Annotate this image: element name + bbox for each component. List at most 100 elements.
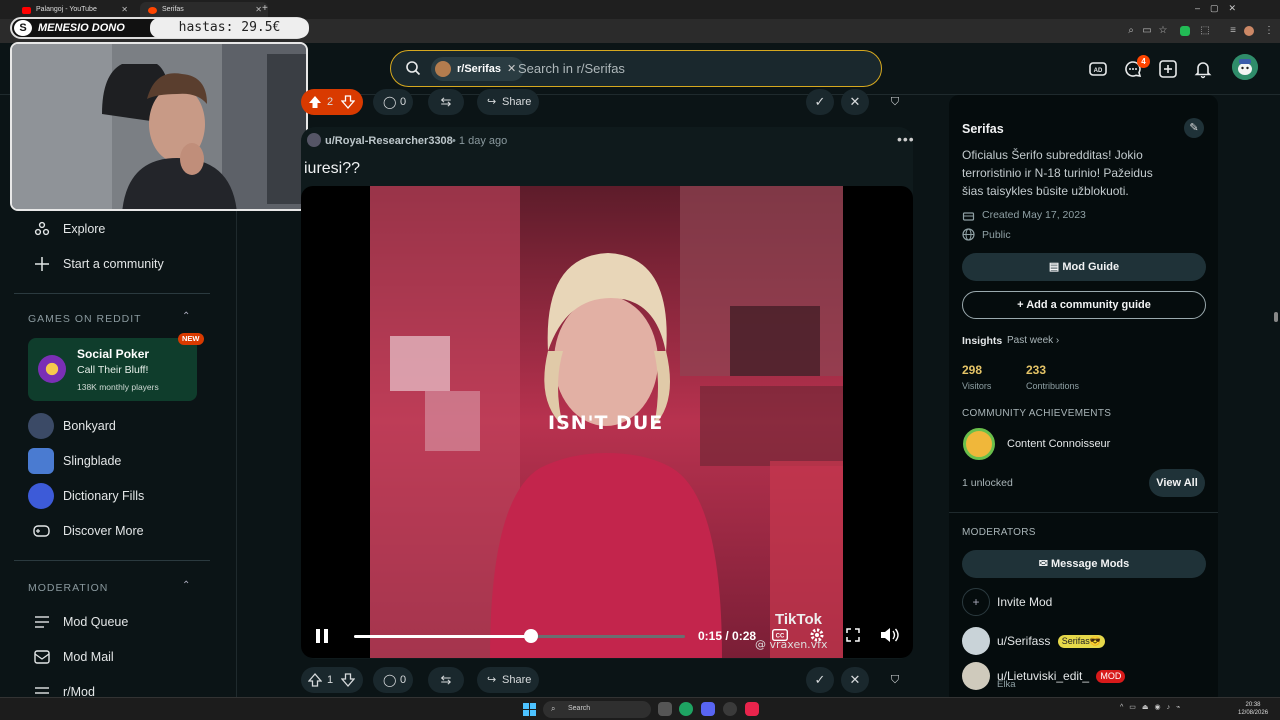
add-guide-label: Add a community guide — [1026, 299, 1151, 311]
video-player[interactable]: ISN'T DUE TikTok @ vraxen.vfx 0:15 / 0:2… — [301, 186, 913, 658]
previous-post-actions: 2 ◯ 0 ⇆ ↪ Share ✓ ✕ ⛉ — [301, 89, 913, 117]
invite-mod-button[interactable]: + Invite Mod — [962, 588, 1052, 616]
window-controls[interactable]: –▢✕ — [1195, 3, 1246, 14]
game-bonkyard[interactable]: Bonkyard — [28, 412, 116, 440]
system-tray-icons[interactable]: ^▭⏏◉♪⌁ — [1120, 703, 1186, 711]
chevron-up-icon[interactable]: ⌃ — [182, 311, 190, 322]
shield-icon[interactable]: ⛉ — [881, 667, 909, 693]
close-icon[interactable]: ✕ — [121, 5, 128, 14]
crosspost-icon[interactable]: ⇆ — [428, 667, 464, 693]
cake-icon — [962, 212, 975, 221]
achievement-name[interactable]: Content Connoisseur — [1007, 438, 1110, 450]
message-mods-button[interactable]: ✉ Message Mods — [962, 550, 1206, 578]
add-community-guide-button[interactable]: + Add a community guide — [962, 291, 1206, 319]
zoom-icon[interactable]: ⌕ — [1124, 24, 1138, 38]
tiktok-icon[interactable] — [745, 702, 759, 716]
featured-game-card[interactable]: Social Poker Call Their Bluff! 138K mont… — [28, 333, 204, 401]
remove-icon[interactable]: ✕ — [841, 89, 869, 115]
game-slingblade[interactable]: Slingblade — [28, 447, 121, 475]
moderator-row[interactable]: u/Serifass Serifas😎 — [962, 627, 1105, 655]
social-poker-logo — [38, 355, 66, 383]
taskbar-search[interactable]: ⌕ Search — [543, 701, 651, 718]
comments-button[interactable]: ◯ 0 — [373, 89, 413, 115]
visitors-value: 298 — [962, 363, 983, 377]
view-all-button[interactable]: View All — [1149, 469, 1205, 497]
remove-icon[interactable]: ✕ — [841, 667, 869, 693]
video-progress-fill — [354, 635, 532, 638]
obs-icon[interactable] — [723, 702, 737, 716]
advertise-icon[interactable]: AD — [1088, 59, 1108, 79]
video-scrubber[interactable] — [524, 629, 539, 643]
pause-icon[interactable] — [315, 628, 329, 644]
nav-mod-mail[interactable]: Mod Mail — [34, 646, 114, 668]
plus-icon — [35, 257, 49, 271]
created-date: Created May 17, 2023 — [962, 209, 1086, 221]
approve-icon[interactable]: ✓ — [806, 89, 834, 115]
author-avatar[interactable] — [307, 133, 321, 147]
chrome-icon[interactable] — [679, 702, 693, 716]
discord-icon[interactable] — [701, 702, 715, 716]
shield-icon[interactable]: ⛉ — [881, 89, 909, 115]
nav-explore[interactable]: Explore — [34, 218, 105, 240]
share-button[interactable]: ↪ Share — [477, 667, 539, 693]
clock-date: 12/08/2026 — [1238, 710, 1269, 716]
search-input[interactable]: Search in r/Serifas — [518, 61, 625, 76]
create-post-icon[interactable] — [1158, 59, 1178, 79]
share-button[interactable]: ↪ Share — [477, 89, 539, 115]
close-icon[interactable]: ✕ — [255, 5, 262, 14]
dictionary-fills-icon — [28, 483, 54, 509]
upvote-icon[interactable] — [308, 95, 322, 109]
captions-icon[interactable]: CC — [772, 629, 788, 641]
moderator-row[interactable]: u/Lietuviski_edit_ MOD Elka — [962, 662, 1126, 690]
game-dictionary-fills[interactable]: Dictionary Fills — [28, 482, 144, 510]
insights-period[interactable]: Past week › — [1007, 335, 1059, 346]
chevron-up-icon[interactable]: ⌃ — [182, 580, 190, 591]
game-discover-more[interactable]: Discover More — [28, 517, 144, 545]
more-options-icon[interactable]: ••• — [897, 131, 915, 147]
crosspost-icon[interactable]: ⇆ — [428, 89, 464, 115]
comment-icon: ◯ — [383, 673, 397, 687]
search-bar[interactable]: r/Serifas ✕ Search in r/Serifas — [390, 50, 882, 87]
nav-mod-queue[interactable]: Mod Queue — [34, 611, 128, 633]
mod-guide-label: Mod Guide — [1062, 261, 1120, 273]
windows-taskbar: ⌕ Search ^▭⏏◉♪⌁ 20:38 12/08/2026 — [0, 697, 1280, 720]
profile-icon[interactable] — [1244, 26, 1254, 36]
new-tab-icon[interactable]: + — [262, 3, 268, 14]
youtube-icon — [22, 7, 31, 14]
comments-button[interactable]: ◯ 0 — [373, 667, 413, 693]
close-icon[interactable]: ✕ — [507, 63, 516, 75]
post-author[interactable]: u/Royal-Researcher3308 — [325, 135, 453, 147]
edit-pencil-icon[interactable]: ✎ — [1184, 118, 1204, 138]
extension-icon[interactable] — [1180, 26, 1190, 36]
volume-icon[interactable] — [880, 627, 900, 643]
app-icon[interactable] — [658, 702, 672, 716]
puzzle-icon[interactable]: ⬚ — [1198, 24, 1212, 38]
video-progress-bar[interactable] — [354, 629, 685, 643]
settings-gear-icon[interactable] — [809, 627, 825, 643]
games-section-header[interactable]: GAMES ON REDDIT — [28, 313, 142, 325]
cast-icon[interactable]: ▭ — [1140, 24, 1154, 38]
taskbar-clock[interactable]: 20:38 12/08/2026 — [1238, 701, 1268, 717]
menu-icon[interactable]: ⋮ — [1262, 24, 1276, 38]
post-title[interactable]: iuresi?? — [304, 160, 360, 178]
page-scrollbar[interactable] — [1272, 95, 1280, 700]
fullscreen-icon[interactable] — [846, 628, 860, 642]
windows-start-icon[interactable] — [523, 703, 536, 716]
gamepad-icon — [33, 525, 50, 537]
nav-start-community[interactable]: Start a community — [34, 253, 164, 275]
search-scope-chip[interactable]: r/Serifas ✕ — [431, 57, 525, 81]
mod-guide-button[interactable]: ▤ Mod Guide — [962, 253, 1206, 281]
scrollbar-thumb[interactable] — [1274, 312, 1278, 322]
r-mod-icon — [35, 687, 49, 694]
upvote-icon[interactable] — [308, 673, 322, 687]
reading-list-icon[interactable]: ≡ — [1226, 24, 1240, 38]
star-icon[interactable]: ☆ — [1156, 24, 1170, 38]
moderation-section-header[interactable]: MODERATION — [28, 582, 108, 594]
downvote-icon[interactable] — [341, 95, 355, 109]
nav-r-mod[interactable]: r/Mod — [34, 681, 95, 697]
insights-label: Insights — [962, 335, 1003, 347]
downvote-icon[interactable] — [341, 673, 355, 687]
notification-bell-icon[interactable] — [1193, 59, 1213, 79]
user-avatar[interactable] — [1232, 54, 1258, 80]
approve-icon[interactable]: ✓ — [806, 667, 834, 693]
